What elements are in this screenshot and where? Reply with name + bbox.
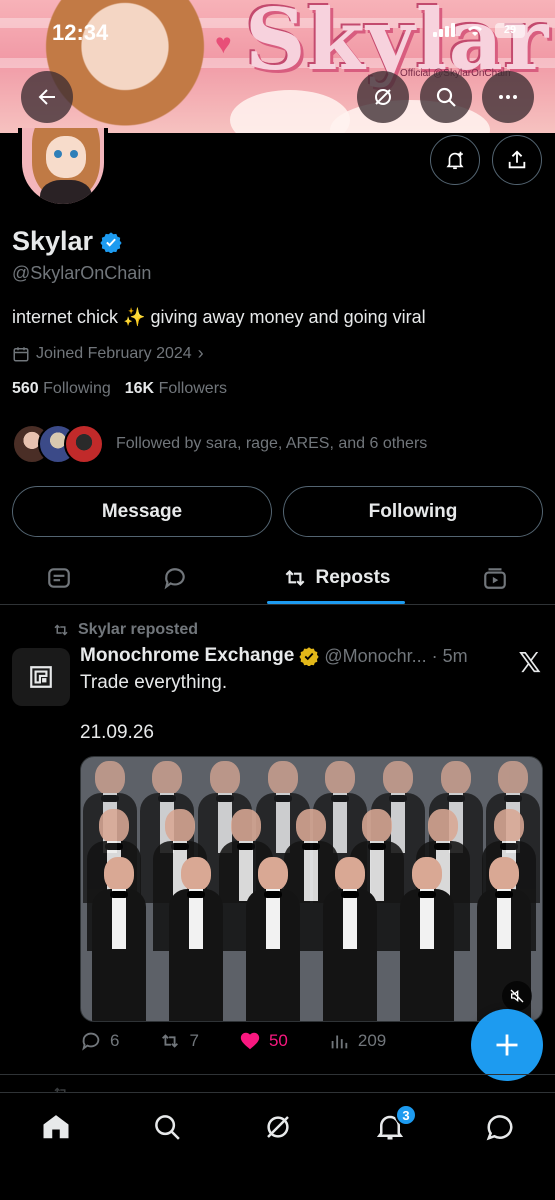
share-button[interactable]: [492, 135, 542, 185]
notifications-badge: 3: [395, 1104, 417, 1126]
views-count: 209: [357, 1031, 387, 1050]
arrow-left-icon: [38, 89, 55, 105]
post-header: Monochrome Exchange @Monochr... · 5m: [80, 645, 468, 667]
tab-media[interactable]: [472, 550, 518, 605]
home-icon: [43, 1115, 69, 1139]
x-logo-icon[interactable]: 𝕏: [518, 646, 541, 679]
share-icon: [508, 150, 526, 169]
back-button[interactable]: [21, 71, 73, 123]
follow-counts: 560 Following 16K Followers: [12, 380, 227, 398]
following-label: Following: [43, 380, 111, 397]
monochrome-logo-icon: [30, 666, 52, 688]
bell-plus-icon: [446, 151, 464, 170]
joined-row[interactable]: Joined February 2024 ›: [12, 343, 204, 364]
tab-replies[interactable]: [152, 550, 198, 605]
reply-action[interactable]: 6: [80, 1030, 119, 1052]
signal-icon: [433, 23, 455, 37]
avatar-eye: [70, 150, 78, 158]
search-icon: [155, 1115, 180, 1140]
tab-reposts[interactable]: Reposts: [267, 550, 405, 605]
profile-avatar[interactable]: [18, 128, 108, 208]
video-icon: [484, 567, 506, 589]
repost-icon: [162, 1034, 179, 1048]
message-button[interactable]: Message: [12, 486, 272, 537]
post-author-avatar[interactable]: [12, 648, 70, 706]
choir-row-front: [81, 857, 542, 1021]
avatar-body: [40, 180, 92, 204]
post-actions: 6 7 50 209: [80, 1030, 480, 1052]
repost-count: 7: [189, 1031, 199, 1050]
avatar-face: [46, 136, 86, 178]
post-handle-time: @Monochr... · 5m: [324, 645, 468, 666]
grok-icon: [375, 89, 391, 105]
like-action[interactable]: 50: [239, 1030, 288, 1052]
chevron-right-icon: ›: [197, 343, 204, 363]
tab-posts[interactable]: [36, 550, 82, 605]
followers-count-link[interactable]: 16K Followers: [125, 380, 227, 398]
speaker-muted-icon: [510, 989, 524, 1003]
nav-messages[interactable]: [482, 1109, 518, 1145]
followed-by-text: Followed by sara, rage, ARES, and 6 othe…: [116, 435, 428, 452]
followers-label: Followers: [158, 380, 228, 397]
views-icon: [331, 1035, 348, 1049]
profile-name: Skylar: [12, 226, 94, 256]
battery-icon: 29: [495, 22, 525, 38]
post-author-name[interactable]: Monochrome Exchange: [80, 645, 294, 667]
compose-button[interactable]: [471, 1009, 543, 1081]
repost-action[interactable]: 7: [159, 1030, 199, 1052]
post-video[interactable]: [80, 756, 543, 1022]
notify-button[interactable]: [430, 135, 480, 185]
plus-icon: [496, 1034, 518, 1056]
grok-icon: [267, 1116, 289, 1138]
active-tab-indicator: [267, 601, 405, 604]
profile-name-row: Skylar: [12, 226, 122, 257]
wifi-icon: [468, 26, 482, 36]
profile-tabs: Reposts: [0, 550, 555, 605]
nav-search[interactable]: [149, 1109, 185, 1145]
avatar-eye: [54, 150, 62, 158]
following-button[interactable]: Following: [283, 486, 543, 537]
more-button[interactable]: [482, 71, 534, 123]
chat-bubble-icon: [486, 1115, 513, 1141]
post-text: Trade everything.: [80, 672, 228, 693]
post-date-text: 21.09.26: [80, 722, 154, 743]
heart-filled-icon: [240, 1032, 260, 1050]
nav-home[interactable]: [38, 1109, 74, 1145]
reply-icon: [164, 567, 185, 589]
more-icon: [499, 95, 517, 99]
joined-date: Joined February 2024: [36, 344, 192, 362]
search-icon: [436, 87, 456, 107]
gold-verified-icon[interactable]: [299, 646, 319, 666]
tab-reposts-label: Reposts: [315, 566, 391, 588]
status-icons: 29: [433, 22, 525, 38]
grok-button[interactable]: [357, 71, 409, 123]
bottom-navigation: 3: [0, 1092, 555, 1200]
reply-count: 6: [110, 1031, 120, 1050]
views-action[interactable]: 209: [328, 1030, 386, 1052]
following-count: 560: [12, 380, 39, 397]
follower-avatar: [64, 424, 104, 464]
nav-grok[interactable]: [260, 1109, 296, 1145]
status-time: 12:34: [52, 20, 109, 45]
search-button[interactable]: [420, 71, 472, 123]
verified-badge-icon[interactable]: [100, 231, 122, 253]
repost-context[interactable]: Skylar reposted: [52, 621, 198, 639]
post-divider: [0, 1074, 555, 1075]
following-count-link[interactable]: 560 Following: [12, 380, 111, 398]
repost-icon: [54, 624, 68, 636]
reply-icon: [82, 1032, 100, 1051]
profile-bio: internet chick ✨ giving away money and g…: [12, 307, 426, 327]
posts-icon: [48, 567, 70, 588]
mute-toggle[interactable]: [502, 981, 532, 1011]
repost-label: Skylar reposted: [78, 621, 199, 638]
calendar-icon: [13, 346, 29, 361]
followers-count: 16K: [124, 380, 155, 397]
profile-handle: @SkylarOnChain: [12, 263, 152, 283]
like-count: 50: [268, 1031, 288, 1050]
followed-by-row[interactable]: Followed by sara, rage, ARES, and 6 othe…: [12, 424, 427, 464]
repost-icon: [285, 569, 304, 586]
heart-icon: ♥: [215, 28, 232, 59]
